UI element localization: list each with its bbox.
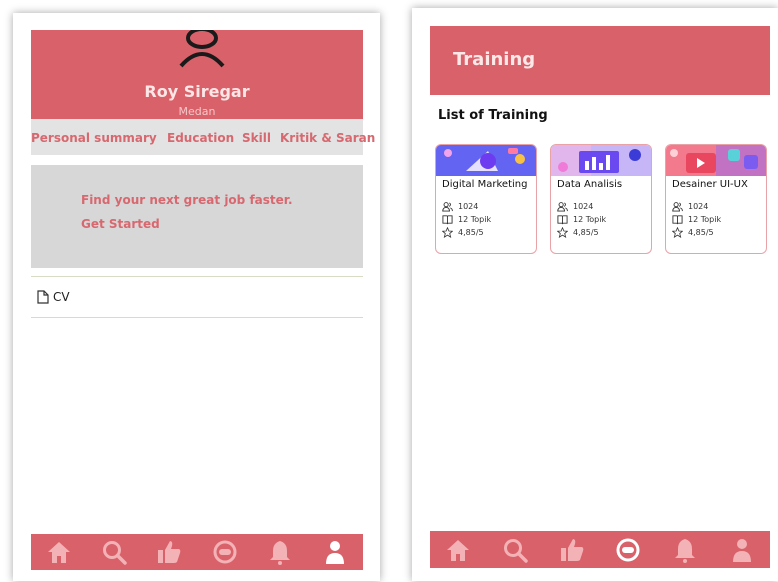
participants-count: 1024 [573,202,594,211]
users-icon [672,202,683,212]
user-icon [326,541,345,564]
document-icon [37,290,49,304]
star-icon [672,227,683,238]
bell-icon [269,541,290,565]
profile-tab-bar: Personal summary Education Skill Kritik … [31,119,375,155]
list-title: List of Training [438,108,548,123]
training-card-desainer-ui-ux[interactable]: Desainer UI-UX 1024 12 Topik 4,85/5 [665,144,767,254]
training-card-data-analisis[interactable]: Data Analisis 1024 12 Topik 4,85/5 [550,144,652,254]
participants-row: 1024 [672,201,708,212]
bottom-nav [430,531,770,568]
users-icon [557,202,568,212]
thumbs-up-icon [158,541,181,563]
training-screen: Training List of Training Digital Market… [412,8,778,581]
star-icon [442,227,453,238]
thumbs-up-icon [560,538,583,561]
tab-education[interactable]: Education [167,131,234,145]
card-thumbnail [436,145,536,176]
nav-search[interactable] [99,537,129,567]
divider [31,317,363,318]
nav-likes[interactable] [557,535,587,565]
profile-name: Roy Siregar [144,82,250,101]
tab-kritik-saran[interactable]: Kritik & Saran [280,131,375,145]
topics-row: 12 Topik [442,214,491,225]
user-icon [732,538,751,562]
nav-profile[interactable] [727,535,757,565]
nav-chat[interactable] [613,535,643,565]
card-thumbnail [666,145,766,176]
training-card-digital-marketing[interactable]: Digital Marketing 1024 12 Topik 4,85/5 [435,144,537,254]
profile-header: Roy Siregar Medan [31,30,363,119]
book-icon [442,215,453,225]
cv-label: CV [53,290,70,304]
chat-badge-icon [616,538,640,561]
participants-count: 1024 [458,202,479,211]
rating-row: 4,85/5 [672,227,714,238]
card-title: Data Analisis [557,179,623,190]
participants-count: 1024 [688,202,709,211]
search-icon [503,538,528,563]
participants-row: 1024 [442,201,478,212]
nav-profile[interactable] [320,537,350,567]
nav-likes[interactable] [154,537,184,567]
nav-notifications[interactable] [265,537,295,567]
divider [31,276,363,277]
get-started-link[interactable]: Get Started [81,217,160,231]
topics-count: 12 Topik [573,215,607,224]
nav-home[interactable] [44,537,74,567]
bell-icon [674,538,695,563]
participants-row: 1024 [557,201,593,212]
rating-row: 4,85/5 [557,227,599,238]
book-icon [672,215,683,225]
home-icon [47,542,70,563]
card-title: Desainer UI-UX [672,179,748,190]
rating-row: 4,85/5 [442,227,484,238]
chat-badge-icon [213,540,237,564]
topics-row: 12 Topik [557,214,606,225]
nav-home[interactable] [443,535,473,565]
star-icon [557,227,568,238]
profile-screen: Roy Siregar Medan Personal summary Educa… [13,13,380,581]
nav-notifications[interactable] [670,535,700,565]
rating-value: 4,85/5 [458,228,484,237]
tab-personal-summary[interactable]: Personal summary [31,131,157,145]
tab-skill[interactable]: Skill [242,131,271,145]
nav-chat[interactable] [210,537,240,567]
nav-search[interactable] [500,535,530,565]
bottom-nav [31,534,363,570]
topics-count: 12 Topik [458,215,492,224]
rating-value: 4,85/5 [688,228,714,237]
book-icon [557,215,568,225]
promo-text: Find your next great job faster. [81,193,293,207]
avatar [179,30,225,68]
topics-row: 12 Topik [672,214,721,225]
cv-item[interactable]: CV [31,279,363,316]
card-title: Digital Marketing [442,179,528,190]
search-icon [102,541,127,565]
page-title: Training [453,49,536,70]
job-promo-banner: Find your next great job faster. Get Sta… [31,165,363,268]
rating-value: 4,85/5 [573,228,599,237]
card-thumbnail [551,145,651,176]
users-icon [442,202,453,212]
profile-city: Medan [178,105,216,118]
home-icon [447,539,470,561]
training-header: Training [430,26,770,95]
topics-count: 12 Topik [688,215,722,224]
